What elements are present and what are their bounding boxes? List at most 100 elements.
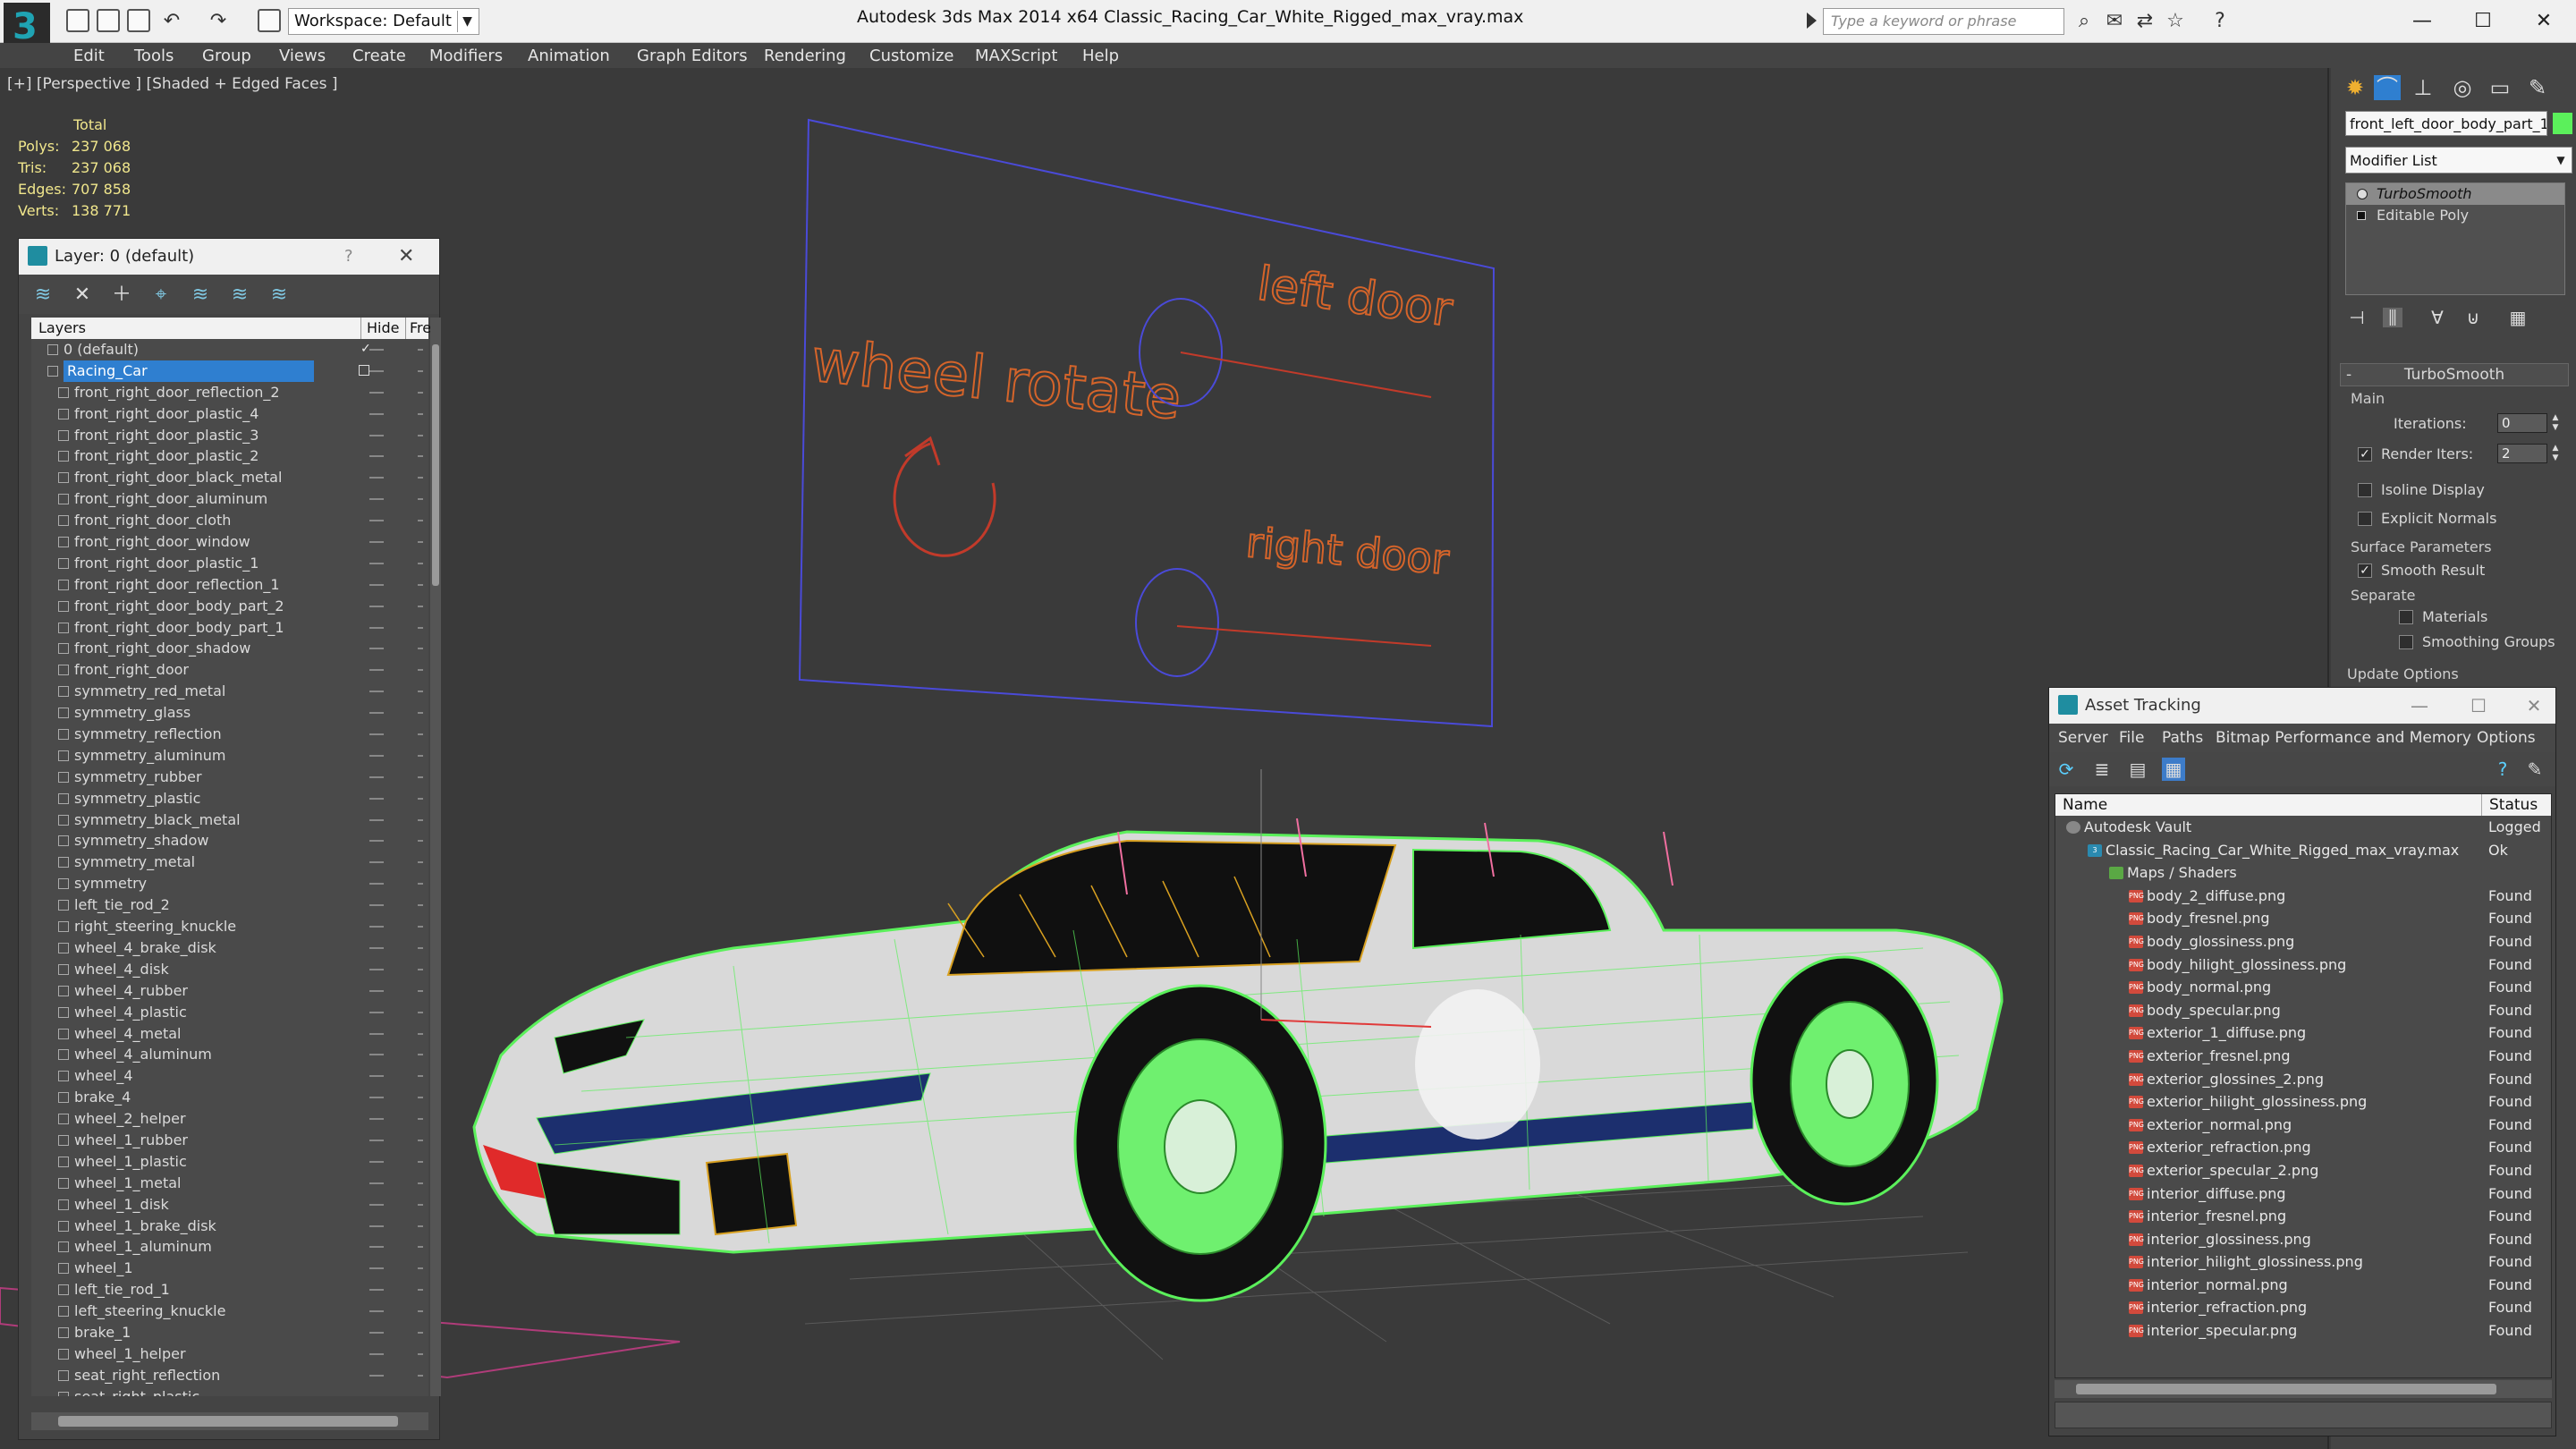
freeze-toggle[interactable]	[418, 1374, 423, 1377]
close-icon[interactable]: ✕	[2519, 4, 2569, 39]
col-hide[interactable]: Hide	[360, 318, 399, 339]
layer-list[interactable]: 0 (default) ✓ Racing_Car front_right_door_r…	[31, 339, 428, 1396]
asset-row[interactable]: PNG interior_specular.png Found	[2055, 1319, 2551, 1343]
hide-toggle[interactable]	[369, 583, 384, 586]
hide-toggle[interactable]	[369, 1160, 384, 1163]
asset-row[interactable]: PNG interior_hilight_glossiness.png Found	[2055, 1250, 2551, 1274]
motion-tab-icon[interactable]: ◎	[2449, 75, 2476, 100]
hide-toggle[interactable]	[369, 1374, 384, 1377]
freeze-toggle[interactable]	[418, 541, 423, 544]
render-iters-spinner[interactable]: 2	[2497, 444, 2547, 463]
asset-row[interactable]: PNG interior_glossiness.png Found	[2055, 1228, 2551, 1251]
vault-help-icon[interactable]: ?	[2491, 758, 2514, 781]
layer-row[interactable]: front_right_door_reflection_1	[31, 574, 428, 596]
freeze-toggle[interactable]	[418, 1160, 423, 1163]
menu-file[interactable]: File	[2119, 729, 2144, 747]
layer-row[interactable]: front_right_door_body_part_1	[31, 617, 428, 639]
layer-row[interactable]: Racing_Car	[31, 360, 428, 382]
freeze-toggle[interactable]	[418, 583, 423, 586]
freeze-toggle[interactable]	[418, 1011, 423, 1013]
asset-row[interactable]: PNG body_fresnel.png Found	[2055, 907, 2551, 930]
scrollbar-thumb[interactable]	[432, 344, 439, 586]
hide-toggle[interactable]	[369, 1310, 384, 1313]
freeze-toggle[interactable]	[418, 498, 423, 501]
layer-row[interactable]: symmetry_glass	[31, 702, 428, 724]
layer-row[interactable]: front_right_door_plastic_1	[31, 553, 428, 574]
layer-row[interactable]: wheel_4_aluminum	[31, 1044, 428, 1065]
maximize-icon[interactable]: ☐	[2458, 4, 2508, 39]
freeze-toggle[interactable]	[418, 861, 423, 864]
asset-row[interactable]: PNG exterior_hilight_glossiness.png Found	[2055, 1090, 2551, 1114]
freeze-toggle[interactable]	[418, 1352, 423, 1355]
layer-row[interactable]: symmetry_shadow	[31, 830, 428, 852]
hide-toggle[interactable]	[369, 477, 384, 479]
asset-row[interactable]: PNG exterior_glossines_2.png Found	[2055, 1068, 2551, 1091]
layer-row[interactable]: symmetry_metal	[31, 852, 428, 873]
hide-toggle[interactable]	[369, 369, 384, 372]
layer-list-hscrollbar[interactable]	[31, 1412, 428, 1430]
hide-toggle[interactable]	[369, 434, 384, 436]
col-layers[interactable]: Layers	[38, 318, 86, 339]
front-wheel[interactable]	[1073, 984, 1327, 1302]
freeze-toggle[interactable]	[418, 1246, 423, 1249]
binoculars-icon[interactable]: ⌕	[2073, 11, 2095, 32]
layer-row[interactable]: front_right_door_body_part_2	[31, 596, 428, 617]
render-iters-checkbox[interactable]: ✓	[2358, 447, 2372, 462]
asset-row[interactable]: PNG body_hilight_glossiness.png Found	[2055, 953, 2551, 977]
menu-graph-editors[interactable]: Graph Editors	[637, 47, 748, 65]
asset-row[interactable]: Maps / Shaders	[2055, 861, 2551, 885]
collapse-icon[interactable]: -	[2346, 364, 2351, 386]
layer-row[interactable]: wheel_4_plastic	[31, 1002, 428, 1023]
hide-toggle[interactable]	[369, 989, 384, 992]
asset-row[interactable]: PNG body_2_diffuse.png Found	[2055, 885, 2551, 908]
layer-row[interactable]: wheel_1_brake_disk	[31, 1216, 428, 1237]
layer-row[interactable]: seat_right_reflection	[31, 1365, 428, 1386]
favorites-star-icon[interactable]: ☆	[2165, 11, 2186, 32]
hide-toggle[interactable]	[369, 1224, 384, 1227]
hide-toggle[interactable]	[369, 391, 384, 394]
layer-row[interactable]: wheel_4_disk	[31, 959, 428, 980]
search-input[interactable]: Type a keyword or phrase	[1823, 8, 2064, 35]
stack-item-turbosmooth[interactable]: TurboSmooth	[2346, 183, 2564, 205]
layer-row[interactable]: wheel_4_metal	[31, 1023, 428, 1045]
freeze-toggle[interactable]	[418, 1118, 423, 1121]
minimize-icon[interactable]: —	[2397, 4, 2447, 39]
freeze-toggle[interactable]	[418, 968, 423, 970]
menu-server[interactable]: Server	[2058, 729, 2108, 747]
smooth-result-checkbox[interactable]: ✓	[2358, 564, 2372, 578]
scrollbar-thumb[interactable]	[2076, 1384, 2496, 1394]
layer-row[interactable]: brake_1	[31, 1322, 428, 1343]
menu-views[interactable]: Views	[279, 47, 326, 65]
make-unique-icon[interactable]: ∀	[2428, 308, 2447, 327]
help-icon[interactable]: ?	[2209, 11, 2231, 32]
minimize-icon[interactable]: —	[2402, 688, 2437, 724]
layer-row[interactable]: wheel_1	[31, 1258, 428, 1279]
layer-row[interactable]: wheel_4	[31, 1065, 428, 1087]
layer-row[interactable]: wheel_1_metal	[31, 1173, 428, 1194]
menu-customize[interactable]: Customize	[869, 47, 953, 65]
menu-rendering[interactable]: Rendering	[764, 47, 846, 65]
layer-row[interactable]: front_right_door_cloth	[31, 510, 428, 531]
hide-toggle[interactable]	[369, 626, 384, 629]
layer-row[interactable]: front_right_door_window	[31, 531, 428, 553]
layer-window-titlebar[interactable]: Layer: 0 (default) ? ✕	[19, 239, 439, 275]
layer-row[interactable]: wheel_4_brake_disk	[31, 937, 428, 959]
layer-row[interactable]: wheel_1_rubber	[31, 1130, 428, 1151]
refresh-icon[interactable]: ⟳	[2055, 758, 2078, 781]
col-freeze[interactable]: Fre	[405, 318, 431, 339]
remove-modifier-icon[interactable]: ⊍	[2463, 308, 2483, 327]
expand-icon[interactable]	[2357, 211, 2366, 220]
freeze-toggle[interactable]	[418, 391, 423, 394]
communication-center-icon[interactable]: ✉	[2104, 11, 2125, 32]
modify-tab-icon[interactable]: ⌒	[2374, 75, 2401, 100]
hide-toggle[interactable]	[369, 1331, 384, 1334]
pin-stack-icon[interactable]: ⊣	[2347, 308, 2367, 327]
layer-row[interactable]: front_right_door_reflection_2	[31, 382, 428, 403]
layer-row[interactable]: wheel_1_disk	[31, 1194, 428, 1216]
freeze-toggle[interactable]	[418, 1331, 423, 1334]
exchange-icon[interactable]: ⇄	[2134, 11, 2156, 32]
asset-row[interactable]: PNG exterior_specular_2.png Found	[2055, 1159, 2551, 1182]
asset-row[interactable]: PNG exterior_refraction.png Found	[2055, 1136, 2551, 1159]
turbosmooth-rollout-header[interactable]: - TurboSmooth	[2340, 363, 2569, 386]
asset-table[interactable]: Name Status Autodesk Vault Logged 3 Classic…	[2055, 793, 2552, 1378]
